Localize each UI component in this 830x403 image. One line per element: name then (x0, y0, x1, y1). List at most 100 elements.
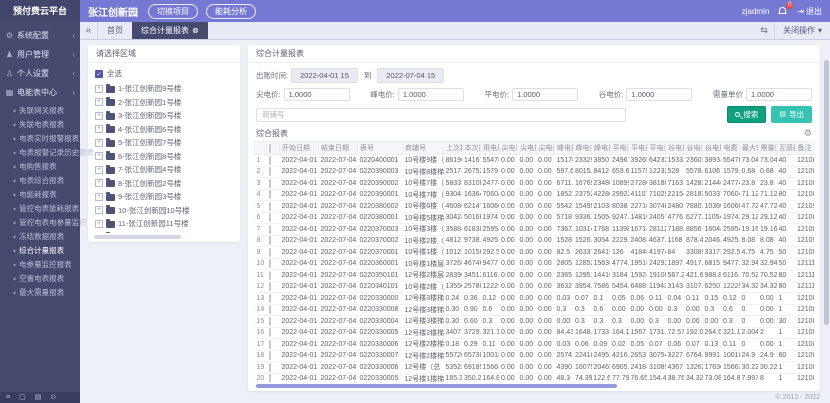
tree-node[interactable]: +8-张江创新园2号楼 (95, 177, 233, 191)
tab-comprehensive-report[interactable]: 综合计量报表 ⊗ (132, 22, 208, 39)
tree-node[interactable]: +3-张江创新园5号楼 (95, 109, 233, 123)
expand-icon[interactable]: + (95, 193, 103, 201)
col-header-谷电量止[interactable]: 谷电量止 (703, 142, 722, 155)
row-checkbox[interactable] (269, 225, 271, 234)
expand-icon[interactable]: + (95, 206, 103, 214)
col-header-本次抄表[interactable]: 本次抄表 (462, 142, 481, 155)
row-checkbox[interactable] (269, 167, 271, 176)
col-header-用电量[interactable]: 用电量 (481, 142, 500, 155)
menu-icon[interactable]: ≡ (6, 392, 10, 403)
tree-node[interactable]: +11-张江创新园11号楼 (95, 217, 233, 231)
sidebar-menu-meter-center[interactable]: ▦ 电能表中心 ‹ (0, 83, 80, 102)
sidebar-item-电表报警记录历史报表[interactable]: ◆电表报警记录历史报表 (0, 145, 80, 159)
tree-node-label[interactable]: 9-张江创新园3号楼 (118, 191, 181, 202)
select-all-checkbox[interactable]: ✓ (95, 70, 103, 78)
price-input-0[interactable] (284, 88, 350, 101)
col-header-平电量止[interactable]: 平电量止 (647, 142, 666, 155)
sidebar-item-最大需量报表[interactable]: ◆最大需量报表 (0, 285, 80, 299)
row-checkbox[interactable] (269, 179, 271, 188)
sidebar-item-综合计量报表[interactable]: ◆综合计量报表 (0, 243, 80, 257)
expand-icon[interactable]: + (95, 112, 103, 120)
tree-node-label[interactable]: 3-张江创新园5号楼 (118, 110, 181, 121)
row-checkbox[interactable] (269, 328, 271, 337)
col-header-电费[interactable]: 电费 (721, 142, 740, 155)
sidebar-menu-users[interactable]: ♟ 用户管理 ‹ (0, 45, 80, 64)
expand-icon[interactable]: + (95, 220, 103, 228)
username[interactable]: zjadmin (742, 7, 770, 16)
tree-node-label[interactable]: 5-张江创新园7号楼 (118, 137, 181, 148)
col-header-峰电量[interactable]: 峰电量 (555, 142, 574, 155)
col-header-商铺号[interactable]: 商铺号 (403, 142, 444, 155)
expand-icon[interactable]: + (95, 179, 103, 187)
price-input-2[interactable] (512, 88, 578, 101)
tree-node[interactable]: +12-张江创新园12号楼 (95, 231, 233, 234)
col-header-平电量[interactable]: 平电量 (610, 142, 629, 155)
sidebar-item-管控电表能耗报表[interactable]: ◆管控电表能耗报表 (0, 201, 80, 215)
sidebar-item-电能耗报表[interactable]: ◆电能耗报表 (0, 187, 80, 201)
sidebar-item-空置电表报表[interactable]: ◆空置电表报表 (0, 271, 80, 285)
sidebar-item-冻结数据报表[interactable]: ◆冻结数据报表 (0, 229, 80, 243)
col-header-上次抄表[interactable]: 上次抄表 (444, 142, 463, 155)
col-header-备注[interactable]: 备注 (795, 142, 814, 155)
tree-node[interactable]: +1-张江创新园9号楼 (95, 82, 233, 96)
shop-number-input[interactable] (256, 108, 626, 122)
tree-node-label[interactable]: 2-张江创新园1号楼 (118, 97, 181, 108)
col-header-谷电量[interactable]: 谷电量 (666, 142, 685, 155)
export-button[interactable]: ▤ 导出 (771, 106, 812, 123)
expand-icon[interactable]: + (95, 125, 103, 133)
tree-node-label[interactable]: 1-张江创新园9号楼 (118, 83, 181, 94)
tree-node[interactable]: +5-张江创新园7号楼 (95, 136, 233, 150)
sidebar-menu-system[interactable]: ⚙ 系统配置 ‹ (0, 26, 80, 45)
row-checkbox[interactable] (269, 259, 271, 268)
price-input-3[interactable] (626, 88, 692, 101)
row-checkbox[interactable] (269, 282, 271, 291)
col-header-峰电量止[interactable]: 峰电量止 (592, 142, 611, 155)
power-icon[interactable]: ⊙ (50, 392, 56, 403)
tree-node[interactable]: +6-张江创新园8号楼 (95, 150, 233, 164)
row-checkbox[interactable] (269, 202, 271, 211)
col-header-谷电量起[interactable]: 谷电量起 (684, 142, 703, 155)
tree-node[interactable]: +10-张江创新园10号楼 (95, 204, 233, 218)
row-checkbox[interactable] (269, 374, 271, 382)
sidebar-item-电参量监控报表[interactable]: ◆电参量监控报表 (0, 257, 80, 271)
collapse-tabs-icon[interactable]: « (80, 22, 98, 39)
search-button[interactable]: 搜索 (727, 106, 766, 123)
row-checkbox[interactable] (269, 248, 271, 257)
expand-icon[interactable]: + (95, 152, 103, 160)
col-header-尖电量[interactable]: 尖电量 (499, 142, 518, 155)
header-checkbox[interactable] (269, 144, 271, 153)
tab-home[interactable]: 首页 (98, 22, 132, 39)
sidebar-item-电表综合报表[interactable]: ◆电表综合报表 (0, 173, 80, 187)
table-horizontal-scrollbar[interactable] (256, 384, 812, 388)
close-tab-icon[interactable]: ⊗ (192, 26, 199, 35)
close-operations-dropdown[interactable]: 关闭操作 ▾ (774, 22, 830, 39)
tree-horizontal-scrollbar[interactable] (94, 235, 234, 239)
col-header-结束日期[interactable]: 结束日期 (319, 142, 358, 155)
row-checkbox[interactable] (269, 190, 271, 199)
row-checkbox[interactable] (269, 236, 271, 245)
energy-analysis-button[interactable]: 能耗分析 (206, 4, 256, 19)
col-header-最大需量[interactable]: 最大需量 (740, 142, 759, 155)
switch-project-button[interactable]: 切换项目 (148, 4, 198, 19)
page-vertical-scrollbar[interactable] (824, 60, 829, 325)
sidebar-item-电表实时报警报表[interactable]: ◆电表实时报警报表 (0, 131, 80, 145)
col-header-开始日期[interactable]: 开始日期 (280, 142, 319, 155)
scrollbar-thumb[interactable] (256, 384, 617, 388)
notification-bell-icon[interactable]: 0 (778, 6, 788, 16)
switch-tabs-icon[interactable]: ⇆ (754, 25, 774, 36)
expand-icon[interactable]: + (95, 139, 103, 147)
tree-node-label[interactable]: 8-张江创新园2号楼 (118, 178, 181, 189)
tree-node[interactable]: +4-张江创新园6号楼 (95, 123, 233, 137)
column-settings-gear-icon[interactable]: ⚙ (804, 129, 812, 138)
price-input-4[interactable] (746, 88, 812, 101)
row-checkbox[interactable] (269, 340, 271, 349)
col-header-尖电量起[interactable]: 尖电量起 (518, 142, 537, 155)
row-checkbox[interactable] (269, 294, 271, 303)
tree-node[interactable]: +7-张江创新园4号楼 (95, 163, 233, 177)
row-checkbox[interactable] (269, 317, 271, 326)
row-checkbox[interactable] (269, 271, 271, 280)
price-input-1[interactable] (398, 88, 464, 101)
col-header-峰电量起[interactable]: 峰电量起 (573, 142, 592, 155)
col-header-平电量起[interactable]: 平电量起 (629, 142, 648, 155)
col-header-互感器倍率[interactable]: 互感器倍率 (777, 142, 796, 155)
